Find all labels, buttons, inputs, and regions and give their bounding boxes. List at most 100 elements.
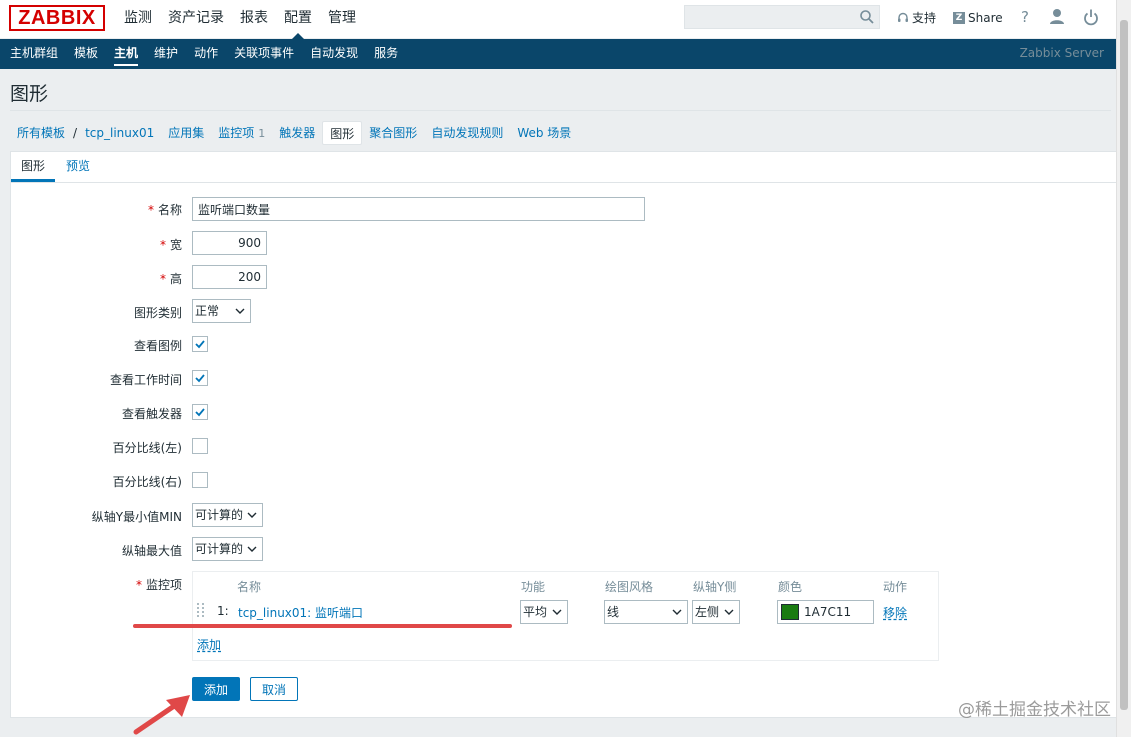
- items-header-action: 动作: [883, 580, 908, 594]
- top-header: ZABBIX 监测 资产记录 报表 配置 管理 支持 Z Share ?: [0, 0, 1131, 40]
- support-link[interactable]: 支持: [897, 0, 936, 36]
- chevron-down-icon: [672, 609, 682, 615]
- name-label: * 名称: [147, 203, 182, 217]
- graph-type-value: 正常: [195, 304, 220, 318]
- checkmark-icon: [195, 408, 205, 417]
- items-header-y-axis: 纵轴Y侧: [693, 580, 737, 594]
- nav-triggers[interactable]: 触发器: [272, 121, 322, 145]
- item-draw-style-select[interactable]: 线: [604, 600, 688, 624]
- chevron-down-icon: [552, 609, 562, 615]
- server-name: Zabbix Server: [1019, 46, 1104, 60]
- item-remove-link[interactable]: 移除: [883, 604, 907, 621]
- item-row-number: 1:: [217, 604, 229, 618]
- percentile-left-checkbox[interactable]: [192, 438, 208, 454]
- main-menu-administration[interactable]: 管理: [320, 0, 364, 39]
- nav-discovery-rules[interactable]: 自动发现规则: [424, 121, 510, 145]
- item-y-axis-value: 左侧: [695, 605, 720, 619]
- nav-graphs[interactable]: 图形: [322, 121, 363, 145]
- ymin-label: 纵轴Y最小值MIN: [91, 510, 182, 524]
- host-navigation: 所有模板 / tcp_linux01 应用集 监控项 1 触发器 图形 聚合图形 …: [10, 120, 578, 146]
- share-link[interactable]: Z Share: [953, 0, 1003, 36]
- nav-template-name[interactable]: tcp_linux01: [78, 121, 161, 145]
- width-input[interactable]: [192, 231, 267, 255]
- support-label: 支持: [912, 11, 937, 25]
- drag-handle-icon[interactable]: [197, 603, 205, 619]
- sub-menu-services[interactable]: 服务: [366, 39, 406, 69]
- ymin-select[interactable]: 可计算的: [192, 503, 263, 527]
- show-working-time-label: 查看工作时间: [109, 373, 182, 387]
- zabbix-logo[interactable]: ZABBIX: [9, 5, 105, 31]
- chevron-down-icon: [247, 512, 257, 518]
- share-label: Share: [968, 11, 1003, 25]
- name-input[interactable]: [192, 197, 645, 221]
- watermark: @稀土掘金技术社区: [958, 700, 1111, 720]
- item-y-axis-select[interactable]: 左侧: [692, 600, 740, 624]
- item-function-value: 平均: [523, 605, 548, 619]
- main-menu-reports[interactable]: 报表: [232, 0, 276, 39]
- title-divider: [10, 110, 1111, 111]
- nav-applications[interactable]: 应用集: [161, 121, 211, 145]
- ymax-select[interactable]: 可计算的: [192, 537, 263, 561]
- annotation-arrow-icon: [133, 695, 190, 735]
- annotation-underline: [133, 624, 512, 628]
- sub-menu-maintenance[interactable]: 维护: [146, 39, 186, 69]
- headset-icon: [898, 12, 908, 22]
- main-menu-configuration[interactable]: 配置: [276, 0, 320, 40]
- scrollbar-thumb[interactable]: [1120, 20, 1128, 710]
- color-swatch[interactable]: [781, 604, 799, 620]
- page-scrollbar[interactable]: [1116, 0, 1131, 737]
- graph-type-label: 图形类别: [133, 306, 182, 320]
- percentile-right-checkbox[interactable]: [192, 472, 208, 488]
- width-label: * 宽: [159, 238, 182, 252]
- ymax-value: 可计算的: [195, 542, 244, 556]
- sub-menu-host-groups[interactable]: 主机群组: [2, 39, 66, 69]
- item-color-value: 1A7C11: [804, 605, 852, 619]
- sub-menu-bar: 主机群组 模板 主机 维护 动作 关联项事件 自动发现 服务 Zabbix Se…: [0, 39, 1131, 69]
- sub-menu-hosts[interactable]: 主机: [106, 39, 146, 69]
- nav-web-scenarios[interactable]: Web 场景: [510, 121, 578, 145]
- sub-menu-event-correlation[interactable]: 关联项事件: [226, 39, 302, 69]
- main-menu-inventory[interactable]: 资产记录: [160, 0, 232, 39]
- main-menu-monitoring[interactable]: 监测: [116, 0, 160, 39]
- nav-all-templates[interactable]: 所有模板: [10, 121, 72, 145]
- item-function-select[interactable]: 平均: [520, 600, 568, 624]
- main-menu: 监测 资产记录 报表 配置 管理: [116, 0, 364, 40]
- nav-items[interactable]: 监控项 1: [211, 121, 272, 145]
- items-header-name: 名称: [237, 580, 262, 594]
- show-working-time-checkbox[interactable]: [192, 370, 208, 386]
- sign-out-icon[interactable]: [1083, 8, 1099, 26]
- search-icon[interactable]: [859, 9, 875, 25]
- add-item-link[interactable]: 添加: [197, 636, 221, 653]
- checkmark-icon: [195, 340, 205, 349]
- nav-screens[interactable]: 聚合图形: [362, 121, 424, 145]
- sub-menu: 主机群组 模板 主机 维护 动作 关联项事件 自动发现 服务: [2, 39, 406, 69]
- help-icon[interactable]: ?: [1017, 7, 1033, 27]
- chevron-down-icon: [247, 546, 257, 552]
- ymax-label: 纵轴最大值: [121, 544, 182, 558]
- cancel-button[interactable]: 取消: [250, 677, 298, 701]
- chevron-down-icon: [724, 609, 734, 615]
- sub-menu-discovery[interactable]: 自动发现: [302, 39, 366, 69]
- height-label: * 高: [159, 272, 182, 286]
- sub-menu-templates[interactable]: 模板: [66, 39, 106, 69]
- percentile-left-label: 百分比线(左): [112, 441, 182, 455]
- global-search: [684, 5, 880, 29]
- form-tabs: 图形 预览: [11, 152, 1130, 183]
- user-profile-icon[interactable]: [1049, 8, 1065, 26]
- tab-preview[interactable]: 预览: [56, 152, 100, 182]
- page-title: 图形: [10, 83, 49, 105]
- tab-graph[interactable]: 图形: [11, 152, 56, 182]
- ymin-value: 可计算的: [195, 508, 244, 522]
- show-triggers-checkbox[interactable]: [192, 404, 208, 420]
- item-color-picker[interactable]: 1A7C11: [777, 600, 874, 624]
- graph-type-select[interactable]: 正常: [192, 299, 251, 323]
- item-name-link[interactable]: tcp_linux01: 监听端口: [238, 604, 363, 621]
- sub-menu-actions[interactable]: 动作: [186, 39, 226, 69]
- checkmark-icon: [195, 374, 205, 383]
- show-triggers-label: 查看触发器: [121, 407, 182, 421]
- height-input[interactable]: [192, 265, 267, 289]
- chevron-down-icon: [235, 308, 245, 314]
- show-legend-checkbox[interactable]: [192, 336, 208, 352]
- search-input[interactable]: [685, 6, 855, 28]
- nav-items-count: 1: [258, 127, 266, 140]
